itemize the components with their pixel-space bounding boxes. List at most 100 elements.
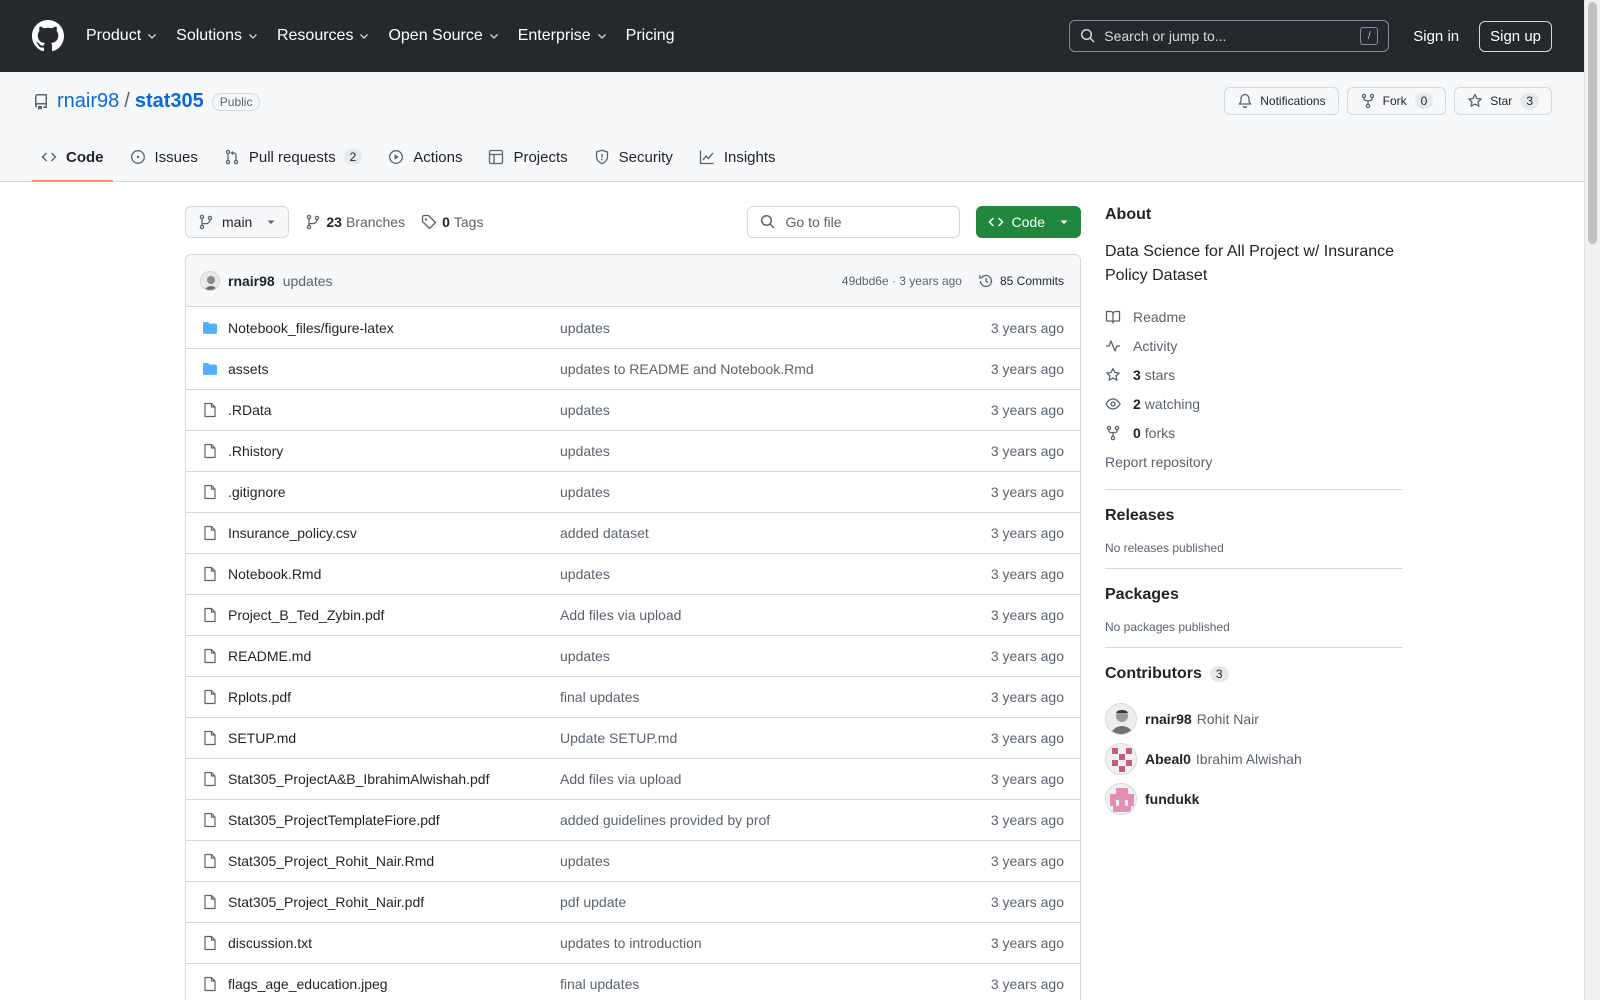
page-scrollbar[interactable]: [1584, 0, 1600, 1000]
contributor-item[interactable]: fundukk: [1105, 779, 1402, 819]
file-commit-message[interactable]: Add files via upload: [560, 771, 991, 787]
global-search-input[interactable]: Search or jump to... /: [1069, 20, 1390, 52]
commit-author-link[interactable]: rnair98: [228, 273, 275, 289]
go-to-file-input[interactable]: Go to file: [746, 206, 960, 238]
file-name-link[interactable]: Notebook.Rmd: [228, 566, 560, 582]
packages-heading[interactable]: Packages: [1105, 586, 1402, 604]
file-name-link[interactable]: discussion.txt: [228, 935, 560, 951]
file-commit-message[interactable]: updates: [560, 566, 991, 582]
avatar[interactable]: [1105, 743, 1137, 775]
nav-product[interactable]: Product: [86, 27, 158, 45]
contributor-item[interactable]: Abeal0 Ibrahim Alwishah: [1105, 739, 1402, 779]
contributor-item[interactable]: rnair98 Rohit Nair: [1105, 699, 1402, 739]
file-commit-message[interactable]: updates: [560, 402, 991, 418]
file-name-link[interactable]: .gitignore: [228, 484, 560, 500]
contributors-heading[interactable]: Contributors: [1105, 665, 1202, 683]
file-commit-message[interactable]: added dataset: [560, 525, 991, 541]
file-row[interactable]: Rplots.pdf final updates 3 years ago: [186, 676, 1080, 717]
file-name-link[interactable]: flags_age_education.jpeg: [228, 976, 560, 992]
file-name-link[interactable]: Stat305_ProjectTemplateFiore.pdf: [228, 812, 560, 828]
file-name-link[interactable]: Project_B_Ted_Zybin.pdf: [228, 607, 560, 623]
file-commit-message[interactable]: final updates: [560, 689, 991, 705]
file-name-link[interactable]: README.md: [228, 648, 560, 664]
file-commit-message[interactable]: updates: [560, 484, 991, 500]
tab-code[interactable]: Code: [32, 133, 113, 182]
file-row[interactable]: README.md updates 3 years ago: [186, 635, 1080, 676]
file-row[interactable]: Project_B_Ted_Zybin.pdf Add files via upl…: [186, 594, 1080, 635]
nav-resources[interactable]: Resources: [277, 27, 370, 45]
commit-message-link[interactable]: updates: [283, 273, 333, 289]
file-row[interactable]: Stat305_Project_Rohit_Nair.Rmd updates 3 y…: [186, 840, 1080, 881]
branch-selector[interactable]: main: [185, 206, 290, 238]
commit-hash-time[interactable]: 49dbd6e · 3 years ago: [842, 274, 962, 288]
file-row[interactable]: SETUP.md Update SETUP.md 3 years ago: [186, 717, 1080, 758]
file-row[interactable]: .gitignore updates 3 years ago: [186, 471, 1080, 512]
readme-link[interactable]: Readme: [1105, 302, 1402, 331]
nav-pricing[interactable]: Pricing: [626, 27, 675, 45]
file-name-link[interactable]: Stat305_ProjectA&B_IbrahimAlwishah.pdf: [228, 771, 560, 787]
file-name-link[interactable]: .Rhistory: [228, 443, 560, 459]
commits-history-link[interactable]: 85 Commits: [978, 273, 1064, 289]
file-row[interactable]: Notebook.Rmd updates 3 years ago: [186, 553, 1080, 594]
file-commit-message[interactable]: final updates: [560, 976, 991, 992]
tags-link[interactable]: 0 Tags: [421, 214, 483, 230]
file-name-link[interactable]: Insurance_policy.csv: [228, 525, 560, 541]
activity-link[interactable]: Activity: [1105, 331, 1402, 360]
tab-projects[interactable]: Projects: [479, 133, 576, 181]
fork-button[interactable]: Fork 0: [1346, 87, 1447, 115]
sign-up-button[interactable]: Sign up: [1479, 20, 1552, 52]
file-commit-message[interactable]: updates: [560, 320, 991, 336]
stars-link[interactable]: 3 stars: [1105, 360, 1402, 389]
file-row[interactable]: Notebook_files/figure-latex updates 3 year…: [186, 307, 1080, 348]
repo-owner-link[interactable]: rnair98: [57, 90, 119, 113]
file-commit-message[interactable]: updates: [560, 443, 991, 459]
branches-link[interactable]: 23 Branches: [305, 214, 405, 230]
github-logo-icon[interactable]: [32, 20, 64, 52]
avatar[interactable]: [1105, 703, 1137, 735]
report-repository-link[interactable]: Report repository: [1105, 447, 1402, 476]
file-commit-message[interactable]: Add files via upload: [560, 607, 991, 623]
nav-solutions[interactable]: Solutions: [176, 27, 259, 45]
file-commit-message[interactable]: updates: [560, 648, 991, 664]
tab-security[interactable]: Security: [585, 133, 682, 181]
file-commit-message[interactable]: Update SETUP.md: [560, 730, 991, 746]
file-row[interactable]: .Rhistory updates 3 years ago: [186, 430, 1080, 471]
file-name-link[interactable]: Stat305_Project_Rohit_Nair.Rmd: [228, 853, 560, 869]
tab-issues[interactable]: Issues: [121, 133, 207, 181]
file-commit-message[interactable]: updates to introduction: [560, 935, 991, 951]
sign-in-link[interactable]: Sign in: [1413, 28, 1459, 45]
file-row[interactable]: flags_age_education.jpeg final updates 3 y…: [186, 963, 1080, 1000]
avatar[interactable]: [200, 270, 220, 291]
code-button[interactable]: Code: [975, 206, 1081, 238]
nav-open-source[interactable]: Open Source: [388, 27, 499, 45]
file-row[interactable]: Stat305_Project_Rohit_Nair.pdf pdf update…: [186, 881, 1080, 922]
tab-insights[interactable]: Insights: [690, 133, 785, 181]
tab-actions[interactable]: Actions: [379, 133, 471, 181]
nav-enterprise[interactable]: Enterprise: [518, 27, 608, 45]
file-commit-message[interactable]: pdf update: [560, 894, 991, 910]
file-name-link[interactable]: Rplots.pdf: [228, 689, 560, 705]
star-button[interactable]: Star 3: [1454, 87, 1552, 115]
scrollbar-thumb[interactable]: [1588, 2, 1597, 244]
repo-name-link[interactable]: stat305: [135, 90, 204, 113]
file-row[interactable]: Stat305_ProjectTemplateFiore.pdf added gu…: [186, 799, 1080, 840]
file-row[interactable]: Stat305_ProjectA&B_IbrahimAlwishah.pdf Ad…: [186, 758, 1080, 799]
file-name-link[interactable]: SETUP.md: [228, 730, 560, 746]
notifications-button[interactable]: Notifications: [1224, 87, 1339, 115]
file-name-link[interactable]: .RData: [228, 402, 560, 418]
releases-heading[interactable]: Releases: [1105, 507, 1402, 525]
file-name-link[interactable]: Notebook_files/figure-latex: [228, 320, 560, 336]
file-name-link[interactable]: Stat305_Project_Rohit_Nair.pdf: [228, 894, 560, 910]
file-commit-message[interactable]: updates to README and Notebook.Rmd: [560, 361, 991, 377]
file-commit-message[interactable]: added guidelines provided by prof: [560, 812, 991, 828]
file-row[interactable]: .RData updates 3 years ago: [186, 389, 1080, 430]
file-row[interactable]: Insurance_policy.csv added dataset 3 years…: [186, 512, 1080, 553]
forks-link[interactable]: 0 forks: [1105, 418, 1402, 447]
file-row[interactable]: assets updates to README and Notebook.Rmd…: [186, 348, 1080, 389]
file-commit-message[interactable]: updates: [560, 853, 991, 869]
tab-pull-requests[interactable]: Pull requests 2: [215, 133, 371, 181]
watching-link[interactable]: 2 watching: [1105, 389, 1402, 418]
file-name-link[interactable]: assets: [228, 361, 560, 377]
avatar[interactable]: [1105, 783, 1137, 815]
file-row[interactable]: discussion.txt updates to introduction 3 y…: [186, 922, 1080, 963]
